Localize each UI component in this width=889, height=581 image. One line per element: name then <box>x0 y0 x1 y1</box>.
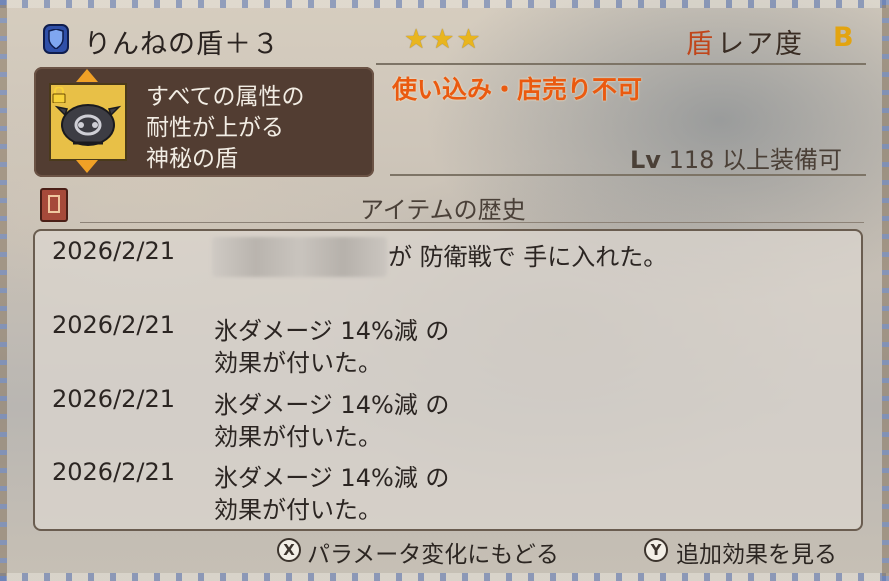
restriction-notice: 使い込み・店売り不可 <box>392 75 643 104</box>
history-date: 2026/2/21 <box>52 311 176 339</box>
item-detail-window: りんねの盾＋３ ★★★ 盾 レア度 B すべての属性の 耐性が上がる 神秘の盾 <box>0 0 889 581</box>
y-button-icon[interactable]: Y <box>644 538 668 562</box>
book-icon <box>40 188 68 222</box>
history-text: 氷ダメージ 14%減 の <box>214 317 450 345</box>
lock-icon <box>52 86 66 107</box>
rarity-value: B <box>833 22 854 53</box>
level-divider <box>390 174 866 176</box>
item-name: りんねの盾＋３ <box>84 29 280 60</box>
scroll-down-arrow-icon[interactable] <box>76 160 98 173</box>
x-button-icon[interactable]: X <box>277 538 301 562</box>
history-title: アイテムの歴史 <box>360 196 526 224</box>
history-date: 2026/2/21 <box>52 237 176 265</box>
history-text: 効果が付いた。 <box>214 423 382 451</box>
view-extra-effects-button[interactable]: 追加効果を見る <box>676 535 837 569</box>
history-date: 2026/2/21 <box>52 458 176 486</box>
history-text: 効果が付いた。 <box>214 349 382 377</box>
rarity-stars: ★★★ <box>404 24 483 55</box>
category-label: 盾 <box>686 29 713 60</box>
shield-category-icon <box>43 24 69 54</box>
item-summary-panel: すべての属性の 耐性が上がる 神秘の盾 <box>34 67 374 177</box>
level-prefix: Lv <box>630 146 661 174</box>
window-border-bottom <box>0 573 889 581</box>
history-divider <box>80 222 864 223</box>
blurred-player-name <box>212 237 387 277</box>
level-requirement: Lv 118 以上装備可 <box>630 140 842 175</box>
item-description-line: 神秘の盾 <box>146 146 238 172</box>
window-border-left <box>0 0 7 581</box>
window-border-top <box>0 0 889 8</box>
history-text: 氷ダメージ 14%減 の <box>214 391 450 419</box>
header-divider <box>376 63 866 65</box>
back-to-parameters-button[interactable]: パラメータ変化にもどる <box>307 535 559 569</box>
level-suffix: 以上装備可 <box>722 146 843 174</box>
rarity-label: レア度 <box>717 29 804 60</box>
history-text: 効果が付いた。 <box>214 496 382 524</box>
level-value: 118 <box>668 146 715 174</box>
item-description-line: すべての属性の <box>146 84 305 110</box>
scroll-up-arrow-icon[interactable] <box>76 69 98 82</box>
window-border-right <box>882 0 889 581</box>
history-date: 2026/2/21 <box>52 385 176 413</box>
history-text: が 防衛戦で 手に入れた。 <box>388 243 668 271</box>
item-description-line: 耐性が上がる <box>146 115 284 141</box>
history-text: 氷ダメージ 14%減 の <box>214 464 450 492</box>
